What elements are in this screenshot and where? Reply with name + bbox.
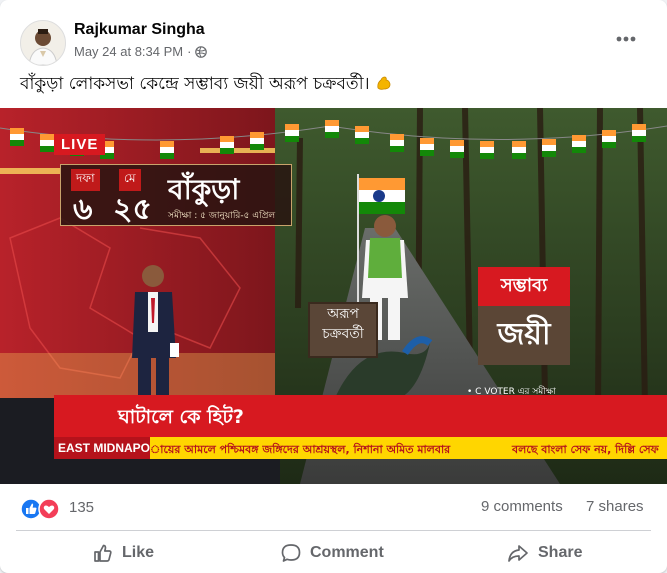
shares-count-link[interactable]: 7 shares — [586, 498, 644, 515]
post-meta: May 24 at 8:34 PM · — [74, 44, 208, 59]
live-badge: LIVE — [54, 134, 106, 155]
phase-number: ৬ — [73, 192, 93, 227]
love-reaction-icon — [38, 498, 60, 520]
more-options-button[interactable] — [610, 28, 642, 50]
thumbs-up-icon — [94, 544, 112, 562]
globe-icon — [195, 45, 208, 58]
probable-label: সম্ভাব্য — [478, 267, 570, 306]
news-ticker: ায়ের আমলে পশ্চিমবঙ্গ জঙ্গিদের আশ্রয়স্থ… — [150, 437, 667, 459]
comments-count-link[interactable]: 9 comments — [481, 498, 563, 515]
meta-separator: · — [187, 44, 192, 59]
author-avatar[interactable] — [20, 20, 66, 66]
probable-winner-box: সম্ভাব্য জয়ী — [478, 267, 570, 365]
like-label: Like — [122, 544, 155, 561]
survey-period: সমীক্ষা : ৫ জানুয়ারি-৫ এপ্রিল — [168, 211, 276, 221]
candidate-name-first: অরূপ — [327, 306, 359, 322]
post-time[interactable]: May 24 at 8:34 PM — [74, 44, 183, 59]
comment-bubble-icon — [281, 544, 301, 562]
more-horizontal-icon — [616, 36, 636, 42]
headline-text: ঘাটালে কে হিট? — [118, 406, 244, 428]
reaction-count[interactable]: 135 — [69, 499, 94, 516]
post-text: বাঁকুড়া লোকসভা কেন্দ্রে সম্ভাব্য জয়ী অ… — [20, 71, 393, 99]
candidate-name-last: চক্রবর্তী — [322, 326, 364, 342]
comment-label: Comment — [310, 544, 384, 561]
reaction-summary[interactable] — [20, 498, 60, 520]
winner-label: জয়ী — [478, 306, 570, 365]
post-text-body: বাঁকুড়া লোকসভা কেন্দ্রে সম্ভাব্য জয়ী অ… — [20, 74, 370, 94]
share-arrow-icon — [508, 545, 528, 562]
ticker-item: ায়ের আমলে পশ্চিমবঙ্গ জঙ্গিদের আশ্রয়স্থ… — [150, 443, 451, 456]
ticker-item: বলছে বাংলা সেফ নয়, দিল্লি সেফ — [512, 443, 659, 456]
share-label: Share — [538, 544, 583, 561]
like-button[interactable]: Like — [92, 537, 154, 569]
date-number: ২৫ — [113, 192, 152, 227]
candidate-name-sign: অরূপ চক্রবর্তী — [308, 302, 378, 358]
author-name[interactable]: Rajkumar Singha — [74, 21, 205, 39]
comment-button[interactable]: Comment — [280, 537, 384, 569]
actions-divider — [16, 530, 651, 531]
share-button[interactable]: Share — [506, 537, 582, 569]
post-image[interactable]: LIVE দফা মে ৬ ২৫ বাঁকুড়া সমীক্ষা : ৫ জা… — [0, 108, 667, 484]
flexed-biceps-icon — [377, 76, 391, 90]
post-card: Rajkumar Singha May 24 at 8:34 PM · বাঁক… — [0, 0, 667, 573]
